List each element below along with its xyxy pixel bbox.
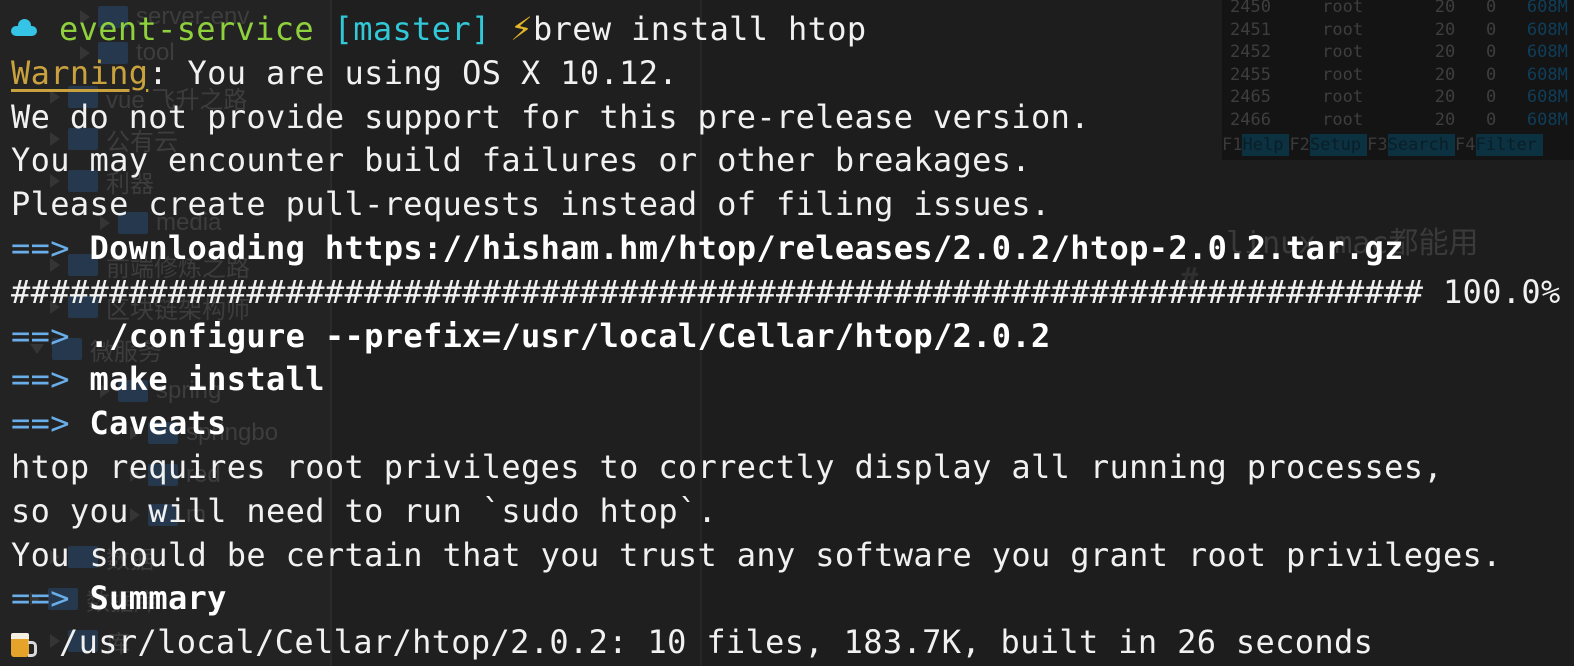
- lightning-icon: ⚡: [510, 10, 534, 48]
- terminal-window[interactable]: server-env tool vue 飞升之路 公有云 利器 media 前端修炼之路 区块…: [0, 0, 1574, 666]
- caveats-step-line: ==> Caveats: [0, 402, 1574, 446]
- output-line: We do not provide support for this pre-r…: [11, 97, 1090, 136]
- summary-step-line: ==> Summary: [0, 577, 1574, 621]
- download-step: Downloading https://hisham.hm/htop/relea…: [89, 228, 1404, 267]
- prompt-directory: event-service: [59, 10, 315, 48]
- beer-icon: [11, 633, 37, 658]
- caveats-step: Caveats: [89, 404, 227, 443]
- caveats-line: so you will need to run `sudo htop`.: [11, 491, 718, 530]
- progress-bar-line: ########################################…: [11, 272, 1561, 311]
- prompt-line: event-service [master] ⚡brew install hto…: [0, 8, 1574, 52]
- prompt-command: brew install htop: [533, 10, 867, 48]
- configure-step: ./configure --prefix=/usr/local/Cellar/h…: [89, 316, 1051, 355]
- make-step: make install: [89, 360, 325, 399]
- warning-label: Warning: [11, 53, 149, 92]
- output-line: You may encounter build failures or othe…: [11, 141, 1032, 180]
- summary-line: /usr/local/Cellar/htop/2.0.2: 10 files, …: [0, 621, 1574, 665]
- prompt-branch: [master]: [333, 10, 491, 48]
- make-step-line: ==> make install: [0, 358, 1574, 402]
- step-arrow: ==>: [11, 228, 70, 267]
- terminal-output: event-service [master] ⚡brew install hto…: [0, 8, 1574, 665]
- output-line: Please create pull-requests instead of f…: [11, 185, 1051, 224]
- step-arrow: ==>: [11, 404, 70, 443]
- step-arrow: ==>: [11, 360, 70, 399]
- step-arrow: ==>: [11, 316, 70, 355]
- download-step-line: ==> Downloading https://hisham.hm/htop/r…: [0, 227, 1574, 271]
- caveats-line: htop requires root privileges to correct…: [11, 447, 1443, 486]
- summary-step: Summary: [89, 579, 227, 618]
- warning-line: Warning: You are using OS X 10.12.: [0, 52, 1574, 96]
- cloud-icon: [11, 19, 37, 36]
- configure-step-line: ==> ./configure --prefix=/usr/local/Cell…: [0, 315, 1574, 359]
- step-arrow: ==>: [11, 579, 70, 618]
- caveats-line: You should be certain that you trust any…: [11, 535, 1502, 574]
- warning-text: : You are using OS X 10.12.: [148, 53, 678, 92]
- summary-text: /usr/local/Cellar/htop/2.0.2: 10 files, …: [59, 623, 1374, 662]
